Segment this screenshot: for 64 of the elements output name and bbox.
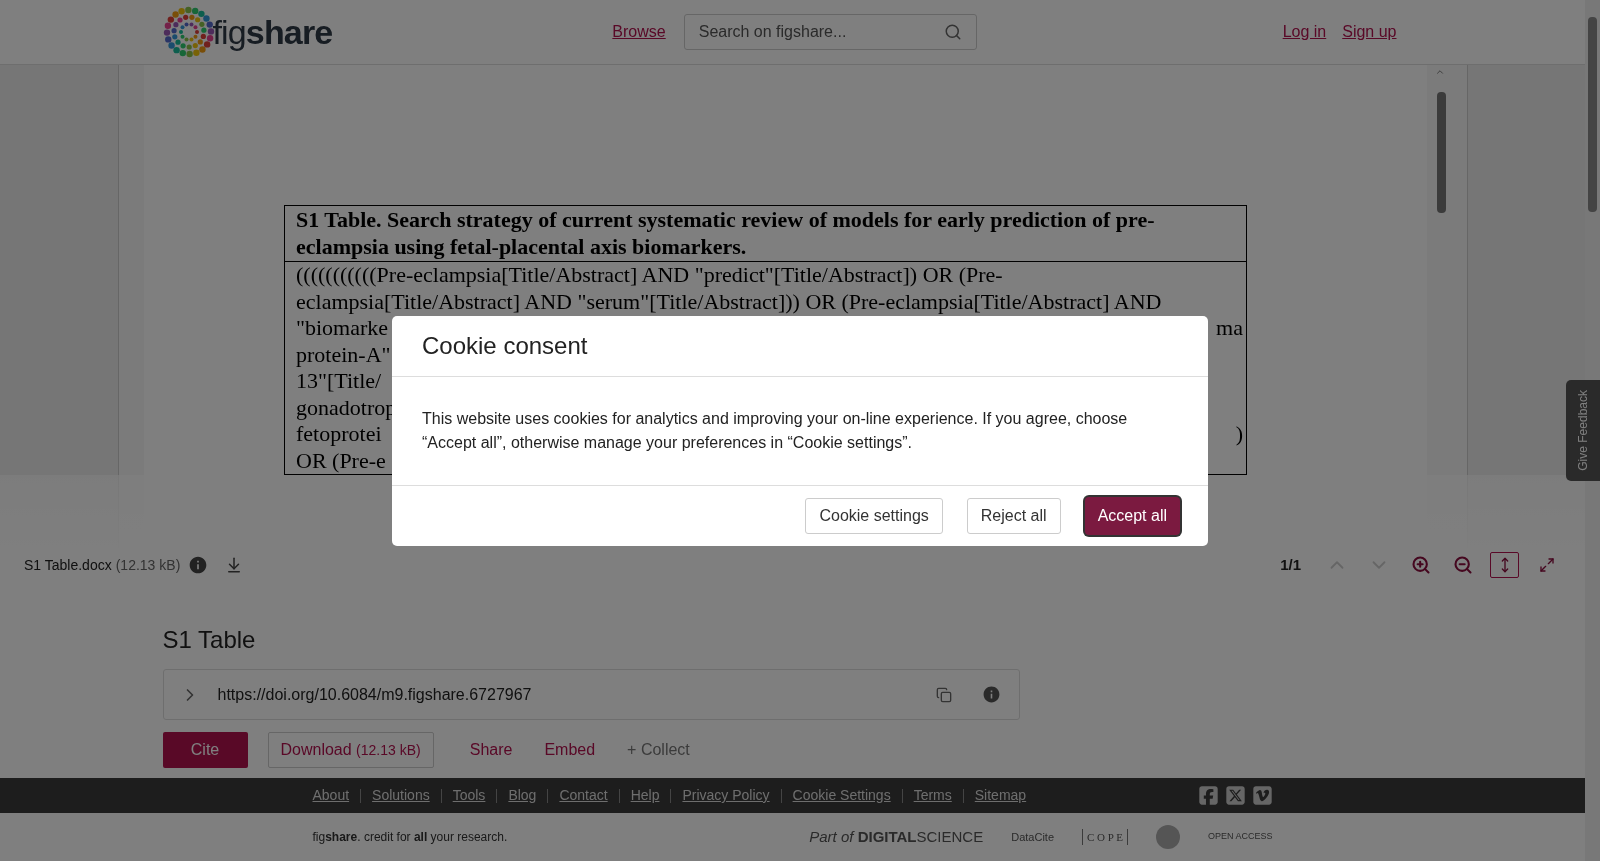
facebook-icon[interactable] [1197, 785, 1219, 806]
query-text: gonadotrop [296, 394, 397, 421]
search-field[interactable]: Search on figshare... [683, 14, 977, 50]
expand-icon [1538, 557, 1555, 573]
footer-link[interactable]: Solutions [372, 785, 430, 806]
download-button[interactable]: Download (12.13 kB) [267, 732, 434, 768]
auth-link[interactable]: Log in [1282, 20, 1327, 44]
page-counter: 1/1 [1280, 554, 1301, 575]
zoom-out-icon [1452, 555, 1473, 575]
query-text: OR (Pre-e [296, 447, 386, 474]
feedback-tab[interactable]: Give Feedback [1566, 380, 1600, 481]
scroll-up-icon[interactable] [1435, 67, 1446, 77]
search-icon[interactable] [943, 23, 962, 41]
digital-science-logo[interactable]: Part of DIGITALSCIENCE [809, 825, 984, 849]
auth-link[interactable]: Sign up [1342, 20, 1397, 44]
dialog-button[interactable]: Cookie settings [805, 498, 943, 534]
footer-link[interactable]: Help [630, 785, 660, 806]
cope-logo[interactable]: C O P E [1082, 828, 1128, 846]
scrollbar-thumb[interactable] [1437, 92, 1447, 213]
query-text: (((((((((((Pre-eclampsia[Title/Abstract] AND "predict"[Title/Abstract]) OR (Pre- [296, 262, 1003, 289]
query-text: protein-A" [296, 341, 391, 368]
footer-link[interactable]: Tools [452, 785, 486, 806]
footer-link[interactable]: Sitemap [974, 785, 1027, 806]
query-text: ) [1235, 421, 1243, 448]
seal-icon[interactable] [1155, 825, 1180, 849]
footer-link[interactable]: About [312, 785, 350, 806]
action-link[interactable]: Share [463, 738, 519, 762]
cite-button[interactable]: Cite [162, 732, 248, 768]
dialog-title: Cookie consent [422, 331, 588, 361]
info-icon[interactable] [188, 555, 209, 575]
dialog-button[interactable]: Reject all [966, 498, 1061, 534]
footer-link[interactable]: Contact [559, 785, 608, 806]
collect-link[interactable]: + Collect [621, 738, 696, 762]
info-icon[interactable] [981, 685, 1001, 704]
action-link[interactable]: Embed [538, 738, 602, 762]
query-text: eclampsia[Title/Abstract] AND "serum"[Title/Abstract])) OR (Pre-eclampsia[Title/Abstract] AND [296, 288, 1162, 315]
item-title: S1 Table [162, 625, 257, 655]
doi-link[interactable]: https://doi.org/10.6084/m9.figshare.6727967 [217, 682, 532, 707]
vimeo-icon[interactable] [1251, 785, 1273, 806]
footer-link[interactable]: Terms [913, 785, 952, 806]
footer-link[interactable]: Blog [508, 785, 537, 806]
scrollbar-thumb[interactable] [1588, 17, 1597, 212]
query-text: "biomarke [296, 315, 389, 342]
file-name: S1 Table.docx [24, 555, 112, 575]
datacite-logo[interactable]: DataCite [1011, 828, 1054, 846]
footer-link[interactable]: Cookie Settings [792, 785, 891, 806]
file-size: (12.13 kB) [115, 555, 181, 575]
browse-link[interactable]: Browse [612, 20, 666, 44]
viewer-tool-button[interactable] [1490, 552, 1519, 578]
query-text: fetoprotei [296, 421, 382, 448]
dialog-message: This website uses cookies for analytics and improving your on-line experience. If you agree, choose “Accept all”, otherwise manage your preferences in “Cookie settings”. [422, 409, 1129, 453]
query-text: ma [1216, 315, 1243, 342]
open-access-logo[interactable]: OPEN ACCESS [1207, 830, 1273, 844]
query-text: 13"[Title/ [296, 368, 382, 395]
footer-link[interactable]: Privacy Policy [682, 785, 770, 806]
x-icon[interactable] [1224, 785, 1246, 806]
logo-text[interactable]: figshare [212, 6, 333, 58]
logo-icon [162, 6, 215, 58]
copy-icon[interactable] [935, 686, 952, 703]
search-input[interactable]: Search on figshare... [698, 20, 944, 44]
tagline: figshare. credit for all your research. [312, 829, 508, 846]
table-title: S1 Table. Search strategy of current systematic review of models for early prediction of pre-eclampsia using fetal-placental axis biomarkers. [296, 207, 1156, 260]
zoom-in-icon [1410, 555, 1431, 575]
accept-button[interactable]: Accept all [1084, 497, 1180, 535]
